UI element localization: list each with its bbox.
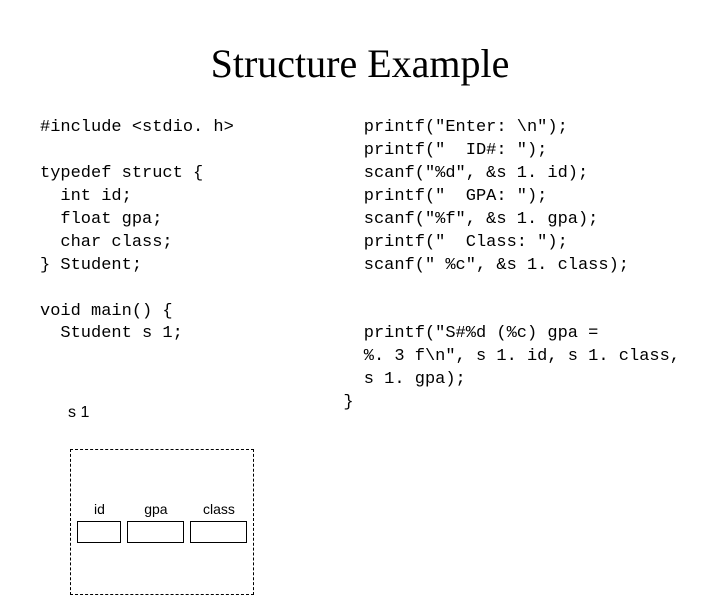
code-line: printf(" GPA: "); [343, 187, 547, 206]
struct-fields-row: id gpa class [77, 500, 247, 543]
code-left-column: #include <stdio. h> typedef struct { int… [40, 117, 313, 595]
content-columns: #include <stdio. h> typedef struct { int… [40, 117, 680, 595]
code-line: typedef struct { [40, 164, 203, 183]
slide: Structure Example #include <stdio. h> ty… [0, 0, 720, 540]
code-line: scanf(" %c", &s 1. class); [343, 256, 629, 275]
struct-field-class: class [190, 500, 247, 543]
code-line: float gpa; [40, 210, 162, 229]
field-label: gpa [144, 500, 167, 519]
code-line: void main() { [40, 302, 173, 321]
code-line: #include <stdio. h> [40, 118, 234, 137]
code-line: int id; [40, 187, 132, 206]
code-line: printf("Enter: \n"); [343, 118, 567, 137]
code-line: s 1. gpa); [343, 370, 465, 389]
code-line: printf(" Class: "); [343, 233, 567, 252]
code-line: } Student; [40, 256, 142, 275]
struct-var-label: s 1 [68, 402, 313, 424]
code-line: } [343, 393, 353, 412]
code-line: char class; [40, 233, 173, 252]
code-right-column: printf("Enter: \n"); printf(" ID#: "); s… [333, 117, 680, 595]
struct-diagram: s 1 id gpa class [50, 356, 313, 595]
field-box [77, 521, 121, 543]
slide-title: Structure Example [40, 40, 680, 87]
code-line: scanf("%d", &s 1. id); [343, 164, 588, 183]
code-line: %. 3 f\n", s 1. id, s 1. class, [343, 347, 680, 366]
field-box [190, 521, 247, 543]
field-box [127, 521, 184, 543]
code-line: scanf("%f", &s 1. gpa); [343, 210, 598, 229]
struct-box: id gpa class [70, 449, 254, 595]
code-line: Student s 1; [40, 324, 183, 343]
field-label: class [203, 500, 235, 519]
code-line: printf("S#%d (%c) gpa = [343, 324, 598, 343]
code-line: printf(" ID#: "); [343, 141, 547, 160]
field-label: id [94, 500, 105, 519]
struct-field-gpa: gpa [127, 500, 184, 543]
struct-field-id: id [77, 500, 121, 543]
